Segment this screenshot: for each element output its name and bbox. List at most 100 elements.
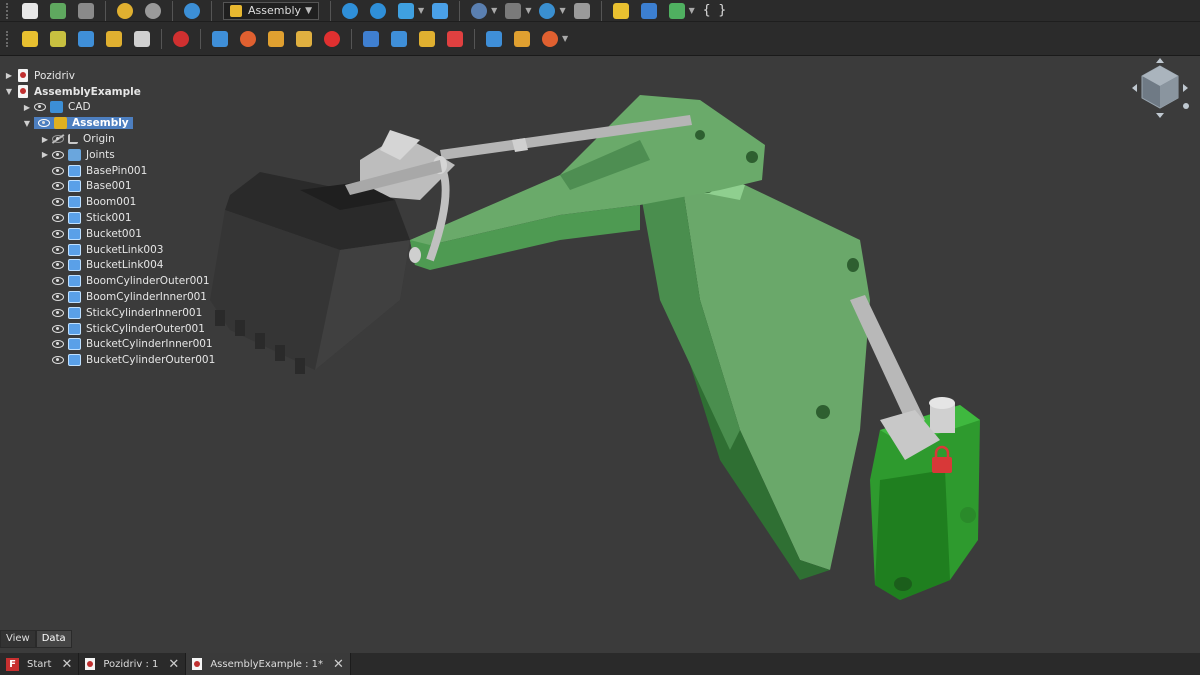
rack-pinion-button[interactable] xyxy=(482,29,506,49)
explode-button[interactable] xyxy=(102,29,126,49)
chevron-down-icon[interactable]: ▼ xyxy=(562,34,568,43)
create-part-button[interactable] xyxy=(609,1,633,21)
tree-doc-pozidriv[interactable]: ▶ Pozidriv xyxy=(0,68,260,84)
visibility-eye-icon[interactable] xyxy=(52,356,64,365)
toggle-grounded-button[interactable] xyxy=(169,29,193,49)
refresh-button[interactable] xyxy=(180,1,204,21)
tree-item-part[interactable]: BasePin001 xyxy=(0,163,260,179)
fit-all-button[interactable] xyxy=(338,1,362,21)
visibility-eye-icon[interactable] xyxy=(52,340,64,349)
tree-item-origin[interactable]: ▶ Origin xyxy=(0,131,260,147)
visibility-eye-icon[interactable] xyxy=(52,308,64,317)
arrow-right-icon[interactable] xyxy=(1183,84,1188,92)
boom-part[interactable] xyxy=(640,170,870,580)
tree-item-part[interactable]: BoomCylinderInner001 xyxy=(0,289,260,305)
undo-button[interactable] xyxy=(113,1,137,21)
expand-arrow-icon[interactable]: ▶ xyxy=(22,103,32,112)
tree-item-part[interactable]: Stick001 xyxy=(0,210,260,226)
stereo-button[interactable] xyxy=(501,1,525,21)
create-group-button[interactable] xyxy=(637,1,661,21)
tab-pozidriv[interactable]: Pozidriv : 1 ✕ xyxy=(79,653,187,675)
expand-arrow-icon[interactable]: ▶ xyxy=(40,135,50,144)
expand-arrow-icon[interactable]: ▶ xyxy=(4,71,14,80)
angle-joint-button[interactable] xyxy=(443,29,467,49)
tree-item-part[interactable]: BucketCylinderOuter001 xyxy=(0,352,260,368)
new-assembly-button[interactable] xyxy=(18,29,42,49)
visibility-eye-icon[interactable] xyxy=(52,198,64,207)
zoom-button[interactable] xyxy=(535,1,559,21)
ball-joint-button[interactable] xyxy=(320,29,344,49)
visibility-eye-icon[interactable] xyxy=(52,150,64,159)
tree-item-part[interactable]: StickCylinderOuter001 xyxy=(0,321,260,337)
new-document-button[interactable] xyxy=(18,1,42,21)
bom-button[interactable] xyxy=(130,29,154,49)
redo-button[interactable] xyxy=(141,1,165,21)
fit-selection-button[interactable] xyxy=(366,1,390,21)
parallel-joint-button[interactable] xyxy=(387,29,411,49)
toolbar-grip[interactable] xyxy=(6,2,12,19)
open-document-button[interactable] xyxy=(46,1,70,21)
tree-item-part[interactable]: Bucket001 xyxy=(0,226,260,242)
tree-item-part[interactable]: BoomCylinderOuter001 xyxy=(0,273,260,289)
what-is-this-button[interactable] xyxy=(570,1,594,21)
create-link-button[interactable] xyxy=(665,1,689,21)
gears-button[interactable] xyxy=(538,29,562,49)
chevron-down-icon[interactable]: ▼ xyxy=(689,6,695,15)
tab-view[interactable]: View xyxy=(0,630,36,648)
tree-item-part[interactable]: BucketCylinderInner001 xyxy=(0,337,260,353)
solve-assembly-button[interactable] xyxy=(74,29,98,49)
collapse-arrow-icon[interactable]: ▼ xyxy=(22,119,32,128)
close-icon[interactable]: ✕ xyxy=(61,657,72,672)
visibility-eye-icon[interactable] xyxy=(52,182,64,191)
tree-item-assembly[interactable]: ▼ Assembly xyxy=(0,115,260,131)
insert-component-button[interactable] xyxy=(46,29,70,49)
screw-joint-button[interactable] xyxy=(510,29,534,49)
toolbar-grip[interactable] xyxy=(6,30,12,47)
visibility-eye-icon[interactable] xyxy=(52,214,64,223)
visibility-eye-icon[interactable] xyxy=(52,293,64,302)
arrow-left-icon[interactable] xyxy=(1132,84,1137,92)
arrow-down-icon[interactable] xyxy=(1156,113,1164,118)
slider-joint-button[interactable] xyxy=(292,29,316,49)
tab-start[interactable]: F Start ✕ xyxy=(0,653,80,675)
expand-arrow-icon[interactable]: ▶ xyxy=(40,150,50,159)
selected-tree-item[interactable]: Assembly xyxy=(34,117,133,130)
close-icon[interactable]: ✕ xyxy=(168,657,179,672)
tree-item-part[interactable]: Boom001 xyxy=(0,194,260,210)
close-icon[interactable]: ✕ xyxy=(333,657,344,672)
tree-item-part[interactable]: StickCylinderInner001 xyxy=(0,305,260,321)
visibility-eye-icon[interactable] xyxy=(52,324,64,333)
fixed-joint-button[interactable] xyxy=(208,29,232,49)
cylindrical-joint-button[interactable] xyxy=(264,29,288,49)
draw-style-button[interactable] xyxy=(467,1,491,21)
visibility-eye-icon[interactable] xyxy=(38,119,50,128)
tree-doc-assembly-example[interactable]: ▼ AssemblyExample xyxy=(0,84,260,100)
tree-item-joints[interactable]: ▶ Joints xyxy=(0,147,260,163)
chevron-down-icon[interactable]: ▼ xyxy=(559,6,565,15)
tree-item-part[interactable]: BucketLink003 xyxy=(0,242,260,258)
tree-item-cad[interactable]: ▶ CAD xyxy=(0,100,260,116)
tree-item-part[interactable]: BucketLink004 xyxy=(0,258,260,274)
visibility-eye-icon[interactable] xyxy=(52,166,64,175)
visibility-eye-icon[interactable] xyxy=(34,103,46,112)
tab-data[interactable]: Data xyxy=(35,630,72,648)
perpendicular-joint-button[interactable] xyxy=(415,29,439,49)
collapse-arrow-icon[interactable]: ▼ xyxy=(4,87,14,96)
hidden-eye-icon[interactable] xyxy=(52,135,64,144)
save-document-button[interactable] xyxy=(74,1,98,21)
visibility-eye-icon[interactable] xyxy=(52,261,64,270)
chevron-down-icon[interactable]: ▼ xyxy=(418,6,424,15)
revolute-joint-button[interactable] xyxy=(236,29,260,49)
visibility-eye-icon[interactable] xyxy=(52,245,64,254)
visibility-eye-icon[interactable] xyxy=(52,277,64,286)
measure-button[interactable] xyxy=(428,1,452,21)
view-menu-button[interactable] xyxy=(394,1,418,21)
distance-joint-button[interactable] xyxy=(359,29,383,49)
tab-assembly-example[interactable]: AssemblyExample : 1* ✕ xyxy=(186,653,351,675)
macro-braces-icon[interactable]: { } xyxy=(703,3,726,18)
chevron-down-icon[interactable]: ▼ xyxy=(491,6,497,15)
tree-item-part[interactable]: Base001 xyxy=(0,179,260,195)
workbench-selector[interactable]: Assembly ▼ xyxy=(223,1,319,20)
navigation-cube[interactable] xyxy=(1128,56,1192,120)
visibility-eye-icon[interactable] xyxy=(52,229,64,238)
